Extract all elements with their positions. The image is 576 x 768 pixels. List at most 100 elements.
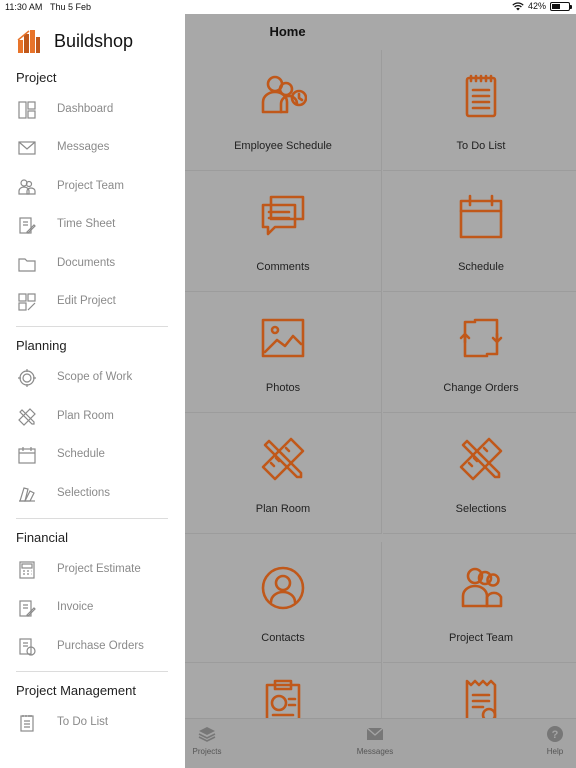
tab-label: Projects — [192, 747, 222, 756]
battery-icon — [550, 1, 572, 11]
ruler-pencil-icon — [18, 407, 36, 426]
home-tile-project-team[interactable]: Project Team — [383, 542, 576, 663]
sidebar-item-time-sheet[interactable]: Time Sheet — [0, 209, 185, 241]
divider — [16, 671, 168, 673]
tile-label: Plan Room — [255, 503, 311, 515]
tile-label: Schedule — [458, 261, 504, 273]
comments-icon — [261, 195, 305, 236]
invoice-icon — [19, 600, 36, 618]
status-date: Thu 5 Feb — [50, 2, 92, 12]
home-tile-contacts[interactable]: Contacts — [185, 542, 382, 663]
home-tile-plan-room[interactable]: Plan Room — [185, 413, 382, 534]
home-screen: Home Employee Schedule To Do List Comments… — [185, 14, 576, 768]
sidebar-item-label: Invoice — [57, 601, 94, 614]
section-title-planning: Planning — [16, 338, 67, 354]
dashboard-icon — [18, 101, 36, 119]
photo-icon — [261, 318, 305, 358]
home-tile-selections[interactable]: Selections — [383, 413, 576, 534]
status-bar: 11:30 AM Thu 5 Feb 42% — [0, 0, 576, 14]
sidebar-item-label: Schedule — [57, 448, 105, 461]
status-time: 11:30 AM — [5, 2, 43, 12]
tab-help[interactable]: ? Help — [540, 725, 570, 756]
sidebar-item-label: Purchase Orders — [57, 639, 144, 652]
sidebar-item-label: Scope of Work — [57, 371, 133, 384]
edit-project-icon — [18, 293, 36, 311]
divider — [16, 326, 168, 328]
target-icon — [18, 369, 36, 388]
tab-messages[interactable]: Messages — [355, 725, 395, 756]
app-name: Buildshop — [54, 30, 134, 51]
calendar-icon — [459, 194, 503, 239]
team-icon — [18, 179, 36, 195]
section-title-project: Project — [16, 70, 57, 85]
sidebar-item-label: Documents — [57, 256, 116, 269]
tab-label: Help — [546, 747, 564, 756]
sidebar-item-label: Project Team — [57, 179, 124, 192]
sidebar-item-purchase-orders[interactable]: Purchase Orders — [0, 631, 185, 663]
sidebar-item-dashboard[interactable]: Dashboard — [0, 94, 185, 126]
battery-percent: 42% — [527, 1, 546, 11]
home-tile-comments[interactable]: Comments — [185, 171, 382, 292]
buildshop-logo-icon — [17, 30, 40, 53]
svg-text:?: ? — [552, 729, 559, 741]
home-tile-change-orders[interactable]: Change Orders — [383, 292, 576, 413]
team-icon — [461, 567, 503, 608]
sidebar-item-schedule[interactable]: Schedule — [0, 439, 185, 471]
sidebar-item-project-estimate[interactable]: Project Estimate — [0, 554, 185, 586]
sidebar-item-label: Dashboard — [57, 103, 114, 115]
folder-icon — [18, 257, 36, 272]
sidebar: Buildshop Project Dashboard Messages Projec… — [0, 14, 185, 768]
wifi-icon — [512, 1, 524, 10]
home-tile-schedule[interactable]: Schedule — [383, 171, 576, 292]
calculator-icon — [19, 561, 35, 579]
sidebar-item-selections[interactable]: Selections — [0, 478, 185, 510]
bottom-tab-bar: Projects Messages? Help — [185, 718, 576, 768]
sidebar-item-messages[interactable]: Messages — [0, 132, 185, 164]
sidebar-item-plan-room[interactable]: Plan Room — [0, 401, 185, 433]
envelope-icon — [18, 141, 36, 155]
ruler-pencil-icon — [459, 437, 503, 481]
tile-label: Project Team — [449, 632, 513, 644]
section-title-financial: Financial — [16, 530, 69, 545]
page-title: Home — [269, 24, 306, 39]
home-tile-photos[interactable]: Photos — [185, 292, 382, 413]
layers-icon — [198, 727, 216, 742]
sidebar-item-label: Time Sheet — [57, 218, 116, 231]
sidebar-item-documents[interactable]: Documents — [0, 248, 185, 280]
timesheet-icon — [19, 217, 36, 235]
sidebar-item-label: Messages — [57, 141, 110, 154]
home-tile-to-do-list[interactable]: To Do List — [383, 50, 576, 171]
sidebar-item-label: Plan Room — [57, 409, 114, 422]
sidebar-item-invoice[interactable]: Invoice — [0, 592, 185, 624]
change-orders-icon — [459, 318, 503, 358]
home-tile-employee-schedule[interactable]: Employee Schedule — [185, 50, 382, 171]
tile-label: Contacts — [261, 632, 305, 644]
section-title-project-management: Project Management — [16, 683, 136, 699]
sidebar-item-project-team[interactable]: Project Team — [0, 171, 185, 203]
sidebar-item-label: Edit Project — [57, 295, 116, 307]
status-right: 42% — [512, 1, 572, 11]
sidebar-item-edit-project[interactable]: Edit Project — [0, 286, 185, 318]
purchase-order-icon — [19, 638, 36, 656]
tile-label: Photos — [265, 382, 301, 394]
divider — [16, 518, 168, 519]
ruler-pencil-icon — [261, 437, 305, 481]
tile-label: Employee Schedule — [234, 140, 332, 152]
tile-label: Change Orders — [443, 382, 519, 394]
tile-label: Comments — [256, 261, 310, 273]
notepad-icon — [465, 74, 497, 118]
tile-label: Selections — [455, 503, 507, 515]
envelope-icon — [366, 727, 384, 740]
employee-schedule-icon — [261, 75, 307, 114]
contact-icon — [261, 566, 305, 610]
help-icon: ? — [547, 726, 563, 742]
sidebar-item-label: To Do List — [57, 716, 109, 729]
tab-projects[interactable]: Projects — [187, 725, 227, 756]
sidebar-item-label: Selections — [57, 486, 111, 499]
tab-label: Messages — [356, 747, 394, 756]
brand: Buildshop — [16, 28, 133, 54]
calendar-icon — [18, 447, 36, 464]
sidebar-item-to-do-list[interactable]: To Do List — [0, 707, 185, 739]
battery-level — [552, 3, 560, 9]
sidebar-item-scope-of-work[interactable]: Scope of Work — [0, 362, 185, 394]
